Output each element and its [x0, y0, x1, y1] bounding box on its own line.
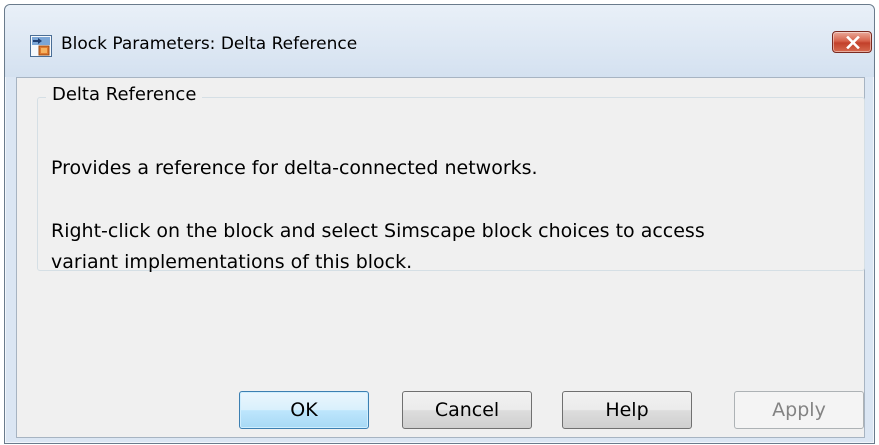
help-button[interactable]: Help [562, 391, 692, 429]
block-description: Provides a reference for delta-connected… [51, 153, 538, 184]
apply-button[interactable]: Apply [734, 391, 864, 429]
ok-button[interactable]: OK [239, 391, 369, 429]
description-line-1: Provides a reference for delta-connected… [51, 157, 538, 179]
block-variant-note: Right-click on the block and select Sims… [51, 216, 705, 278]
simulink-block-icon [30, 35, 52, 57]
window-title: Block Parameters: Delta Reference [61, 34, 358, 54]
close-icon [846, 36, 860, 49]
block-description-group: Delta Reference Provides a reference for… [37, 84, 865, 273]
cancel-button[interactable]: Cancel [402, 391, 532, 429]
title-bar[interactable]: Block Parameters: Delta Reference [5, 5, 874, 77]
group-legend: Delta Reference [46, 84, 203, 105]
dialog-client-area: Delta Reference Provides a reference for… [16, 77, 865, 438]
close-button[interactable] [832, 31, 872, 53]
dialog-window: Block Parameters: Delta Reference Delta … [4, 4, 875, 444]
description-line-2: Right-click on the block and select Sims… [51, 220, 705, 242]
description-line-3: variant implementations of this block. [51, 251, 413, 273]
